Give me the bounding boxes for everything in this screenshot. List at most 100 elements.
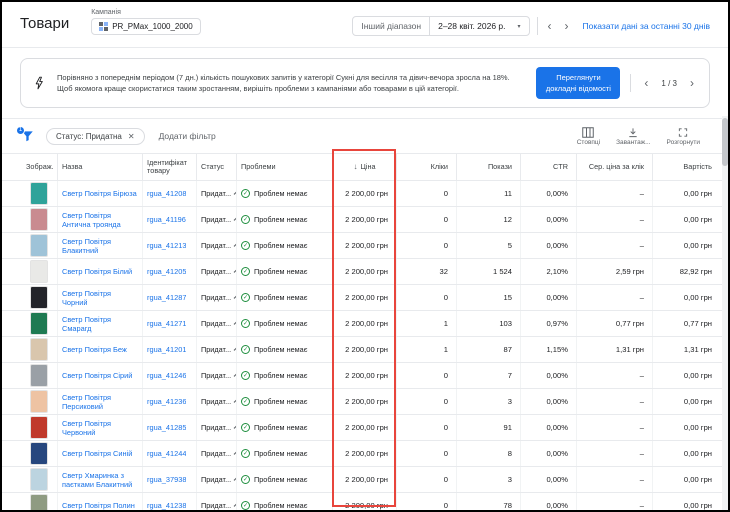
- product-image: [30, 390, 48, 413]
- problems-cell: ✓Проблем немає: [236, 415, 332, 440]
- product-id-link[interactable]: rgua_41244: [147, 449, 186, 458]
- product-image: [30, 338, 48, 361]
- column-header-clicks[interactable]: Кліки: [396, 154, 456, 180]
- status-cell[interactable]: Придат...: [196, 207, 236, 232]
- product-id-link[interactable]: rgua_41236: [147, 397, 186, 406]
- status-cell[interactable]: Придат...: [196, 259, 236, 284]
- product-thumbnail-cell: [22, 493, 57, 512]
- status-cell[interactable]: Придат...: [196, 389, 236, 414]
- add-filter-button[interactable]: Додати фільтр: [159, 131, 216, 141]
- campaign-chip[interactable]: PR_PMax_1000_2000: [91, 18, 201, 35]
- cost-cell: 0,00 грн: [652, 467, 720, 492]
- check-circle-icon: ✓: [241, 397, 250, 406]
- scrollbar-thumb[interactable]: [722, 118, 728, 166]
- problems-value: Проблем немає: [254, 293, 307, 302]
- date-range-dropdown[interactable]: 2–28 квіт. 2026 р. ▾: [429, 17, 528, 35]
- product-id-link[interactable]: rgua_41285: [147, 423, 186, 432]
- status-cell[interactable]: Придат...: [196, 441, 236, 466]
- product-id-link[interactable]: rgua_41205: [147, 267, 186, 276]
- status-cell[interactable]: Придат...: [196, 285, 236, 310]
- avg-cpc-cell: –: [576, 467, 652, 492]
- product-name-link[interactable]: Светр Повітря Персиковий: [62, 393, 138, 411]
- next-insight-button[interactable]: ›: [687, 77, 697, 89]
- product-name-link[interactable]: Светр Повітря Антична троянда: [62, 211, 138, 229]
- product-id-link[interactable]: rgua_41208: [147, 189, 186, 198]
- ctr-cell: 2,10%: [520, 259, 576, 284]
- impressions-cell: 3: [456, 467, 520, 492]
- product-name-link[interactable]: Светр Повітря Блакитний: [62, 237, 138, 255]
- status-cell[interactable]: Придат...: [196, 415, 236, 440]
- ctr-cell: 0,00%: [520, 467, 576, 492]
- status-cell[interactable]: Придат...: [196, 363, 236, 388]
- status-cell[interactable]: Придат...: [196, 493, 236, 512]
- prev-insight-button[interactable]: ‹: [641, 77, 651, 89]
- download-button[interactable]: Завантаж...: [616, 127, 650, 146]
- product-id-link[interactable]: rgua_41271: [147, 319, 186, 328]
- product-name-link[interactable]: Светр Повітря Чорний: [62, 289, 138, 307]
- product-name-link[interactable]: Светр Повітря Червоний: [62, 419, 138, 437]
- status-filter-chip[interactable]: Статус: Придатна ✕: [46, 128, 145, 145]
- problems-value: Проблем немає: [254, 475, 307, 484]
- product-name-cell: Светр Повітря Блакитний: [57, 233, 142, 258]
- problems-cell: ✓Проблем немає: [236, 441, 332, 466]
- date-range-mode[interactable]: Інший діапазон: [353, 17, 429, 35]
- column-header-name[interactable]: Назва: [57, 154, 142, 180]
- product-id-link[interactable]: rgua_41213: [147, 241, 186, 250]
- remove-filter-icon[interactable]: ✕: [128, 132, 135, 141]
- product-name-link[interactable]: Светр Повітря Полин: [62, 501, 135, 510]
- product-id-link[interactable]: rgua_41196: [147, 215, 186, 224]
- clicks-cell: 1: [396, 337, 456, 362]
- ctr-cell: 0,97%: [520, 311, 576, 336]
- product-name-link[interactable]: Светр Повітря Білий: [62, 267, 132, 276]
- column-header-ctr[interactable]: CTR: [520, 154, 576, 180]
- ctr-cell: 0,00%: [520, 207, 576, 232]
- product-name-link[interactable]: Светр Повітря Беж: [62, 345, 127, 354]
- product-name-link[interactable]: Светр Повітря Бірюза: [62, 189, 137, 198]
- status-cell[interactable]: Придат...: [196, 181, 236, 206]
- status-cell[interactable]: Придат...: [196, 467, 236, 492]
- ctr-cell: 0,00%: [520, 233, 576, 258]
- product-id-link[interactable]: rgua_41238: [147, 501, 186, 510]
- column-header-avg-cpc[interactable]: Сер. ціна за клік: [576, 154, 652, 180]
- product-name-link[interactable]: Светр Хмаринка з паєтками Блакитний: [62, 471, 138, 489]
- problems-value: Проблем немає: [254, 449, 307, 458]
- top-bar: Товари Кампанія PR_PMax_1000_2000 Інший …: [2, 2, 728, 48]
- view-details-button[interactable]: Переглянути докладні відомості: [536, 67, 620, 99]
- column-header-problems[interactable]: Проблеми: [236, 154, 332, 180]
- product-id-link[interactable]: rgua_41246: [147, 371, 186, 380]
- product-id-link[interactable]: rgua_37938: [147, 475, 186, 484]
- column-header-price[interactable]: ↓ Ціна: [332, 154, 396, 180]
- column-header-impressions[interactable]: Покази: [456, 154, 520, 180]
- product-image: [30, 468, 48, 491]
- column-header-product-id[interactable]: Ідентифікат товару: [142, 154, 196, 180]
- columns-button[interactable]: Стовпці: [577, 127, 600, 146]
- product-name-cell: Светр Повітря Антична троянда: [57, 207, 142, 232]
- column-header-cost[interactable]: Вартість: [652, 154, 720, 180]
- product-name-link[interactable]: Светр Повітря Сірий: [62, 371, 132, 380]
- status-cell[interactable]: Придат...: [196, 337, 236, 362]
- cost-cell: 0,00 грн: [652, 441, 720, 466]
- show-last-30-days-link[interactable]: Показати дані за останні 30 днів: [583, 21, 710, 31]
- product-id-link[interactable]: rgua_41287: [147, 293, 186, 302]
- vertical-scrollbar[interactable]: [722, 116, 728, 510]
- status-cell[interactable]: Придат...: [196, 233, 236, 258]
- insight-banner: Порівняно з попереднім періодом (7 дн.) …: [20, 58, 710, 108]
- column-header-status[interactable]: Статус: [196, 154, 236, 180]
- product-thumbnail-cell: [22, 337, 57, 362]
- prev-date-range-button[interactable]: ‹: [545, 20, 555, 32]
- product-name-link[interactable]: Светр Повітря Смарагд: [62, 315, 138, 333]
- column-header-image[interactable]: Зображ.: [22, 154, 57, 180]
- next-date-range-button[interactable]: ›: [562, 20, 572, 32]
- filter-funnel-icon[interactable]: 1: [20, 129, 36, 144]
- product-id-cell: rgua_41236: [142, 389, 196, 414]
- status-value: Придат...: [201, 241, 231, 250]
- product-id-link[interactable]: rgua_41201: [147, 345, 186, 354]
- product-name-link[interactable]: Светр Повітря Синій: [62, 449, 132, 458]
- clicks-cell: 0: [396, 441, 456, 466]
- ctr-cell: 0,00%: [520, 415, 576, 440]
- problems-value: Проблем немає: [254, 371, 307, 380]
- expand-button[interactable]: Розгорнути: [667, 127, 700, 146]
- problems-cell: ✓Проблем немає: [236, 207, 332, 232]
- problems-cell: ✓Проблем немає: [236, 363, 332, 388]
- status-cell[interactable]: Придат...: [196, 311, 236, 336]
